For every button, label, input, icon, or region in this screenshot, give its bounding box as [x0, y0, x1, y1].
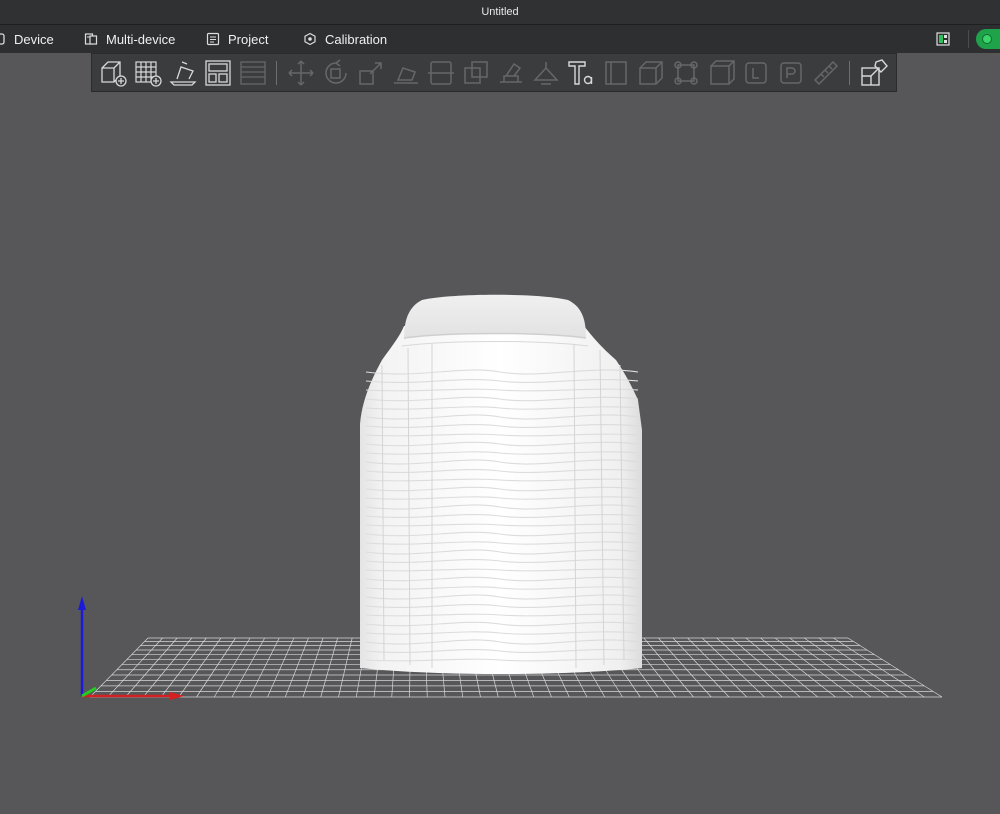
- status-dot-icon: [982, 34, 992, 44]
- arrange-icon: [204, 59, 231, 86]
- support-paint-icon: [499, 62, 522, 83]
- menu-separator: [968, 30, 969, 48]
- menu-project-label: Project: [228, 31, 269, 47]
- brim-ears-button[interactable]: [668, 55, 703, 90]
- rotate-button[interactable]: [318, 55, 353, 90]
- menu-multi-device[interactable]: Multi-device: [84, 25, 175, 53]
- calibration-icon: [304, 32, 316, 46]
- variable-layer-height-icon: [604, 60, 627, 85]
- auto-orient-icon: [168, 60, 197, 86]
- scale-button[interactable]: [353, 55, 388, 90]
- multi-device-icon: [84, 33, 98, 45]
- scale-icon: [358, 61, 382, 85]
- assembly-view-button[interactable]: [738, 55, 773, 90]
- lay-on-face-icon: [393, 66, 418, 84]
- 3d-model[interactable]: [360, 294, 642, 674]
- device-icon: [0, 33, 5, 45]
- assemble-parts-button[interactable]: [856, 55, 891, 90]
- text-icon: [567, 60, 592, 85]
- menu-project[interactable]: Project: [206, 25, 268, 53]
- split-plates-icon: [239, 60, 266, 85]
- text-button[interactable]: [563, 55, 598, 90]
- add-object-icon: [100, 60, 127, 87]
- assemble-parts-icon: [860, 58, 888, 86]
- arrange-button[interactable]: [200, 55, 235, 90]
- rotate-icon: [324, 58, 347, 84]
- toolbar-separator: [849, 60, 850, 85]
- layout-switch-icon[interactable]: [936, 32, 950, 46]
- menu-device-label: Device: [14, 31, 54, 47]
- menu-calibration-label: Calibration: [325, 31, 388, 47]
- add-object-button[interactable]: [95, 55, 130, 90]
- menu-multi-device-label: Multi-device: [106, 31, 176, 47]
- main-toolbar: [91, 53, 897, 92]
- cut-button[interactable]: [423, 55, 458, 90]
- split-plates-button[interactable]: [235, 55, 270, 90]
- seam-paint-button[interactable]: [528, 55, 563, 90]
- fuzzy-skin-icon: [779, 61, 802, 84]
- window-titlebar: Untitled: [0, 0, 1000, 25]
- assembly-view-icon: [744, 61, 767, 84]
- seam-paint-icon: [532, 61, 559, 85]
- brim-ears-icon: [673, 60, 698, 85]
- cut-icon: [427, 60, 454, 85]
- measure-button[interactable]: [703, 55, 738, 90]
- fuzzy-skin-button[interactable]: [773, 55, 808, 90]
- menu-calibration[interactable]: Calibration: [303, 25, 387, 53]
- x-axis-arrow: [170, 692, 184, 700]
- support-paint-button[interactable]: [493, 55, 528, 90]
- z-axis-arrow: [78, 596, 86, 610]
- move-button[interactable]: [283, 55, 318, 90]
- menu-device[interactable]: Device: [0, 25, 54, 53]
- ruler-button[interactable]: [808, 55, 843, 90]
- printer-status-button[interactable]: [976, 29, 1000, 49]
- variable-layer-height-button[interactable]: [598, 55, 633, 90]
- toolbar-separator: [276, 60, 277, 85]
- move-icon: [287, 59, 314, 86]
- assembly-button[interactable]: [633, 55, 668, 90]
- mesh-boolean-icon: [463, 60, 488, 84]
- assembly-icon: [638, 60, 663, 85]
- add-plate-icon: [134, 60, 162, 87]
- mesh-boolean-button[interactable]: [458, 55, 493, 90]
- auto-orient-button[interactable]: [165, 55, 200, 90]
- add-plate-button[interactable]: [130, 55, 165, 90]
- lay-on-face-button[interactable]: [388, 55, 423, 90]
- ruler-icon: [813, 60, 838, 85]
- menu-bar: Device Multi-device Project Calibration: [0, 25, 1000, 53]
- window-title: Untitled: [481, 6, 519, 18]
- measure-icon: [709, 59, 735, 85]
- 3d-viewport[interactable]: [0, 92, 1000, 814]
- project-icon: [206, 32, 220, 46]
